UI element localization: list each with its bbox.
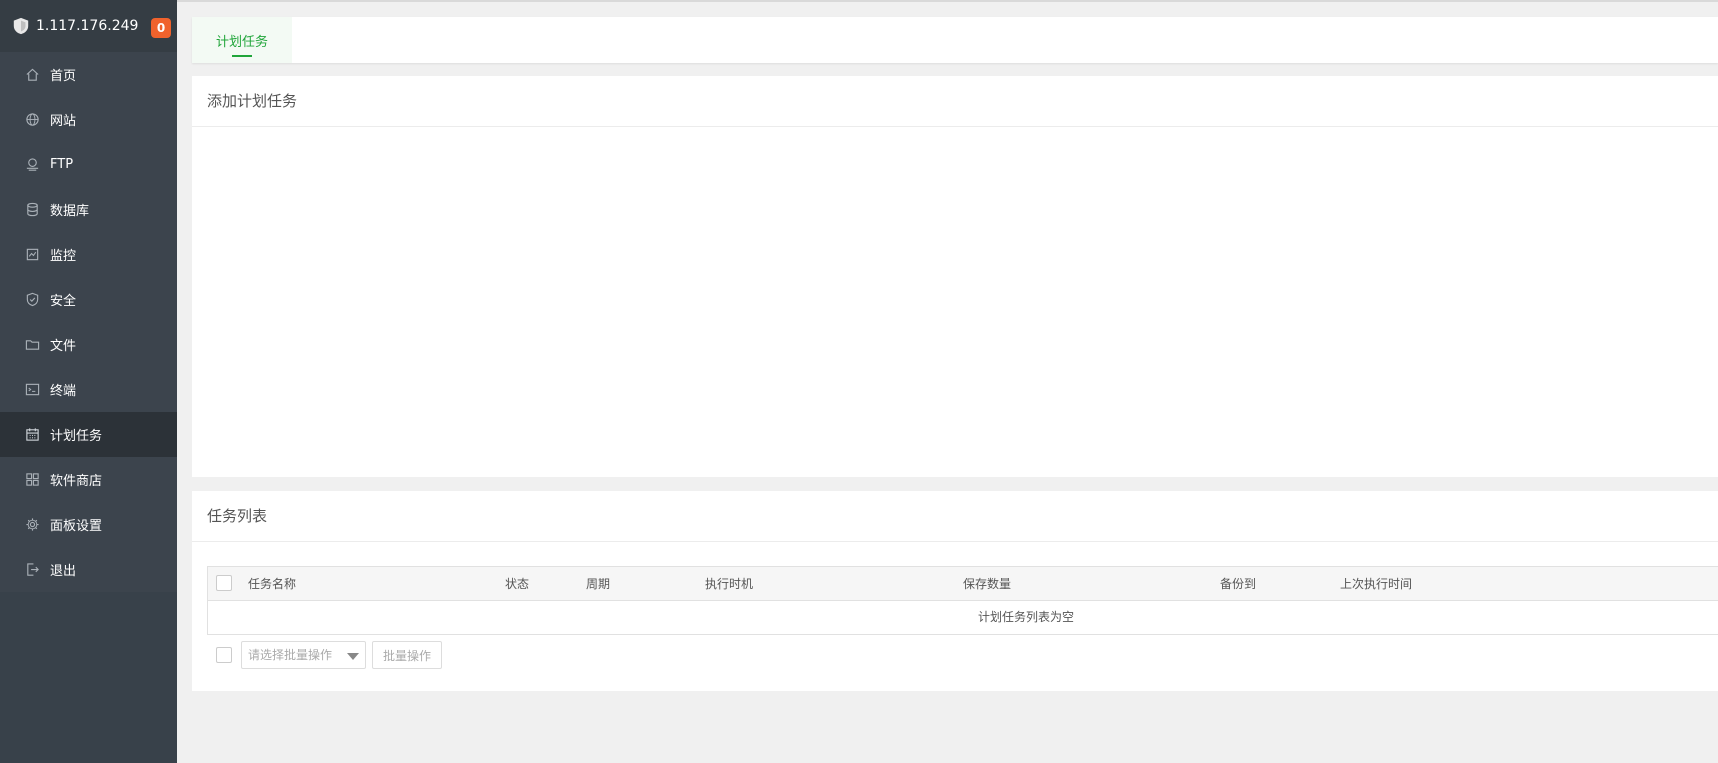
server-ip: 1.117.176.249: [36, 18, 139, 34]
sidebar-item-website[interactable]: 网站: [0, 97, 177, 142]
calendar-icon: [24, 427, 40, 443]
monitor-icon: [24, 247, 40, 263]
add-task-title: 添加计划任务: [192, 76, 1718, 127]
sidebar-item-home[interactable]: 首页: [0, 52, 177, 97]
apps-grid-icon: [24, 472, 40, 488]
notification-badge[interactable]: 0: [151, 18, 171, 38]
sidebar-item-label: 退出: [50, 564, 77, 579]
batch-actions: 请选择批量操作 批量操作: [207, 641, 807, 669]
sidebar: 1.117.176.249 0 首页 网站 FTP 数据库 监控 安全 文件 终…: [0, 0, 177, 763]
tab-cron[interactable]: 计划任务: [192, 17, 292, 63]
sidebar-item-label: 软件商店: [50, 474, 103, 489]
sidebar-item-label: 安全: [50, 294, 77, 309]
sidebar-item-label: 网站: [50, 114, 77, 129]
column-header-backup-to: 备份到: [1220, 577, 1257, 591]
sidebar-item-label: 文件: [50, 339, 77, 354]
sidebar-item-cron[interactable]: 计划任务: [0, 412, 177, 457]
top-divider: [177, 0, 1718, 2]
batch-operation-select[interactable]: 请选择批量操作: [241, 641, 366, 669]
table-header: 任务名称 状态 周期 执行时机 保存数量 备份到 上次执行时间: [208, 567, 1718, 601]
database-icon: [24, 202, 40, 218]
sidebar-item-security[interactable]: 安全: [0, 277, 177, 322]
sidebar-item-label: 监控: [50, 249, 77, 264]
tab-label: 计划任务: [215, 34, 268, 50]
ftp-icon: [24, 157, 40, 173]
table-empty-row: 计划任务列表为空: [208, 601, 1718, 634]
sidebar-menu: 首页 网站 FTP 数据库 监控 安全 文件 终端 计划任务 软件商店 面板设置…: [0, 52, 177, 592]
column-header-keep-count: 保存数量: [963, 577, 1012, 591]
column-header-status: 状态: [505, 577, 530, 591]
sidebar-item-monitor[interactable]: 监控: [0, 232, 177, 277]
batch-select-placeholder: 请选择批量操作: [248, 648, 333, 662]
column-header-task-name: 任务名称: [248, 577, 297, 591]
sidebar-item-terminal[interactable]: 终端: [0, 367, 177, 412]
batch-operation-button[interactable]: 批量操作: [372, 641, 442, 669]
tab-bar: 计划任务: [192, 17, 1718, 63]
shield-check-icon: [24, 292, 40, 308]
task-list-title: 任务列表: [192, 491, 1718, 542]
sidebar-filler: [0, 592, 177, 763]
sidebar-item-files[interactable]: 文件: [0, 322, 177, 367]
sidebar-item-label: FTP: [50, 157, 74, 172]
batch-button-label: 批量操作: [382, 648, 431, 663]
add-task-panel: 添加计划任务: [192, 76, 1718, 477]
sidebar-item-app-store[interactable]: 软件商店: [0, 457, 177, 502]
gear-icon: [24, 517, 40, 533]
sidebar-item-label: 面板设置: [50, 519, 103, 534]
batch-select-checkbox[interactable]: [216, 647, 232, 663]
sidebar-item-panel-settings[interactable]: 面板设置: [0, 502, 177, 547]
sidebar-item-label: 计划任务: [50, 429, 103, 444]
folder-icon: [24, 337, 40, 353]
sidebar-item-ftp[interactable]: FTP: [0, 142, 177, 187]
column-header-execution-timing: 执行时机: [705, 577, 754, 591]
server-shield-icon: [13, 17, 29, 35]
sidebar-header: 1.117.176.249 0: [0, 0, 177, 52]
sidebar-item-database[interactable]: 数据库: [0, 187, 177, 232]
sidebar-item-label: 终端: [50, 384, 77, 399]
sidebar-item-label: 首页: [50, 69, 77, 84]
empty-message: 计划任务列表为空: [978, 610, 1075, 624]
select-all-checkbox[interactable]: [216, 575, 232, 591]
sidebar-item-label: 数据库: [50, 204, 90, 219]
task-list-panel: 任务列表 任务名称 状态 周期 执行时机 保存数量 备份到 上次执行时间 计划任…: [192, 491, 1718, 691]
column-header-last-run: 上次执行时间: [1340, 577, 1413, 591]
sidebar-item-logout[interactable]: 退出: [0, 547, 177, 592]
home-icon: [24, 67, 40, 83]
column-header-period: 周期: [586, 577, 611, 591]
terminal-icon: [24, 382, 40, 398]
globe-icon: [24, 112, 40, 128]
task-table: 任务名称 状态 周期 执行时机 保存数量 备份到 上次执行时间 计划任务列表为空: [207, 566, 1718, 635]
logout-icon: [24, 562, 40, 578]
chevron-down-icon: [347, 653, 359, 660]
